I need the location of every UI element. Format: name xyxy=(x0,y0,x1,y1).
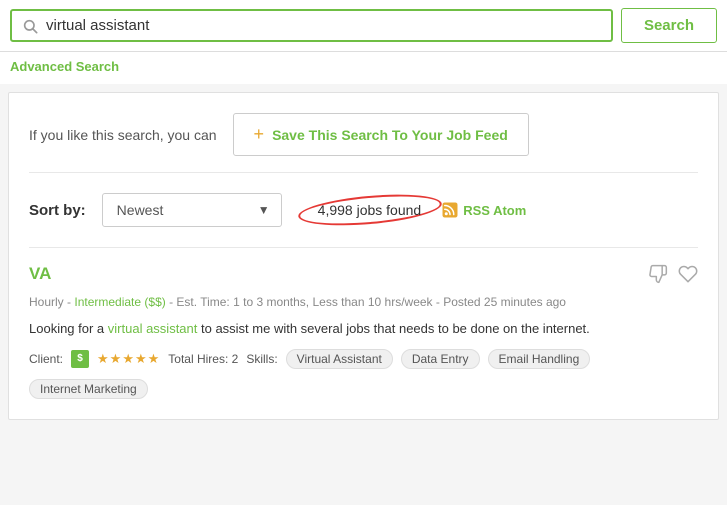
rss-icon-wrapper: RSS Atom xyxy=(441,201,526,219)
job-title[interactable]: VA xyxy=(29,264,51,284)
job-meta-posted: Posted 25 minutes ago xyxy=(443,295,566,309)
job-meta-level: Intermediate ($$) xyxy=(74,295,165,309)
total-hires: Total Hires: 2 xyxy=(168,352,238,366)
jobs-found-badge: 4,998 jobs found xyxy=(308,202,432,218)
job-actions xyxy=(648,264,698,289)
save-search-button[interactable]: + Save This Search To Your Job Feed xyxy=(233,113,529,156)
plus-icon: + xyxy=(254,124,265,145)
skill-tag-email-handling[interactable]: Email Handling xyxy=(488,349,591,369)
heart-icon[interactable] xyxy=(678,264,698,289)
job-meta-type: Hourly xyxy=(29,295,64,309)
main-content: If you like this search, you can + Save … xyxy=(8,92,719,420)
save-search-row: If you like this search, you can + Save … xyxy=(29,113,698,173)
client-stars: ★★★★★ xyxy=(97,351,160,367)
skill-tag-internet-marketing[interactable]: Internet Marketing xyxy=(29,379,148,399)
sort-label: Sort by: xyxy=(29,202,86,219)
jobs-found-container: 4,998 jobs found RSS Atom xyxy=(308,201,527,219)
job-description: Looking for a virtual assistant to assis… xyxy=(29,319,698,339)
sort-select-wrapper: Newest Relevance Client Rating Budget ▼ xyxy=(102,193,282,227)
job-meta: Hourly - Intermediate ($$) - Est. Time: … xyxy=(29,293,698,311)
skill-tag-virtual-assistant[interactable]: Virtual Assistant xyxy=(286,349,393,369)
save-search-button-label: Save This Search To Your Job Feed xyxy=(272,127,508,143)
sort-select[interactable]: Newest Relevance Client Rating Budget xyxy=(102,193,282,227)
job-listing: VA Hourly - Intermediate ($$) - Est. xyxy=(29,247,698,399)
save-search-prompt: If you like this search, you can xyxy=(29,127,217,143)
rss-link[interactable]: RSS Atom xyxy=(463,203,526,218)
search-icon xyxy=(22,18,38,34)
search-input-wrapper: virtual assistant xyxy=(10,9,613,42)
skill-tag-data-entry[interactable]: Data Entry xyxy=(401,349,480,369)
advanced-search-area: Advanced Search xyxy=(0,52,727,84)
search-button[interactable]: Search xyxy=(621,8,717,43)
job-header: VA xyxy=(29,264,698,289)
jobs-found-text: 4,998 jobs found xyxy=(308,198,432,222)
advanced-search-link[interactable]: Advanced Search xyxy=(10,59,119,74)
client-label: Client: xyxy=(29,352,63,366)
rss-icon xyxy=(441,201,459,219)
job-description-highlight: virtual assistant xyxy=(108,321,198,336)
job-meta-est: Est. Time: 1 to 3 months, Less than 10 h… xyxy=(176,295,432,309)
payment-verified-icon: $ xyxy=(71,350,89,368)
internet-marketing-tag-row: Internet Marketing xyxy=(29,375,698,399)
sort-row: Sort by: Newest Relevance Client Rating … xyxy=(29,193,698,227)
skills-label: Skills: xyxy=(246,352,277,366)
search-bar: virtual assistant Search xyxy=(0,0,727,52)
job-client-row: Client: $ ★★★★★ Total Hires: 2 Skills: V… xyxy=(29,349,698,369)
search-input[interactable]: virtual assistant xyxy=(46,17,601,34)
dislike-icon[interactable] xyxy=(648,264,668,289)
